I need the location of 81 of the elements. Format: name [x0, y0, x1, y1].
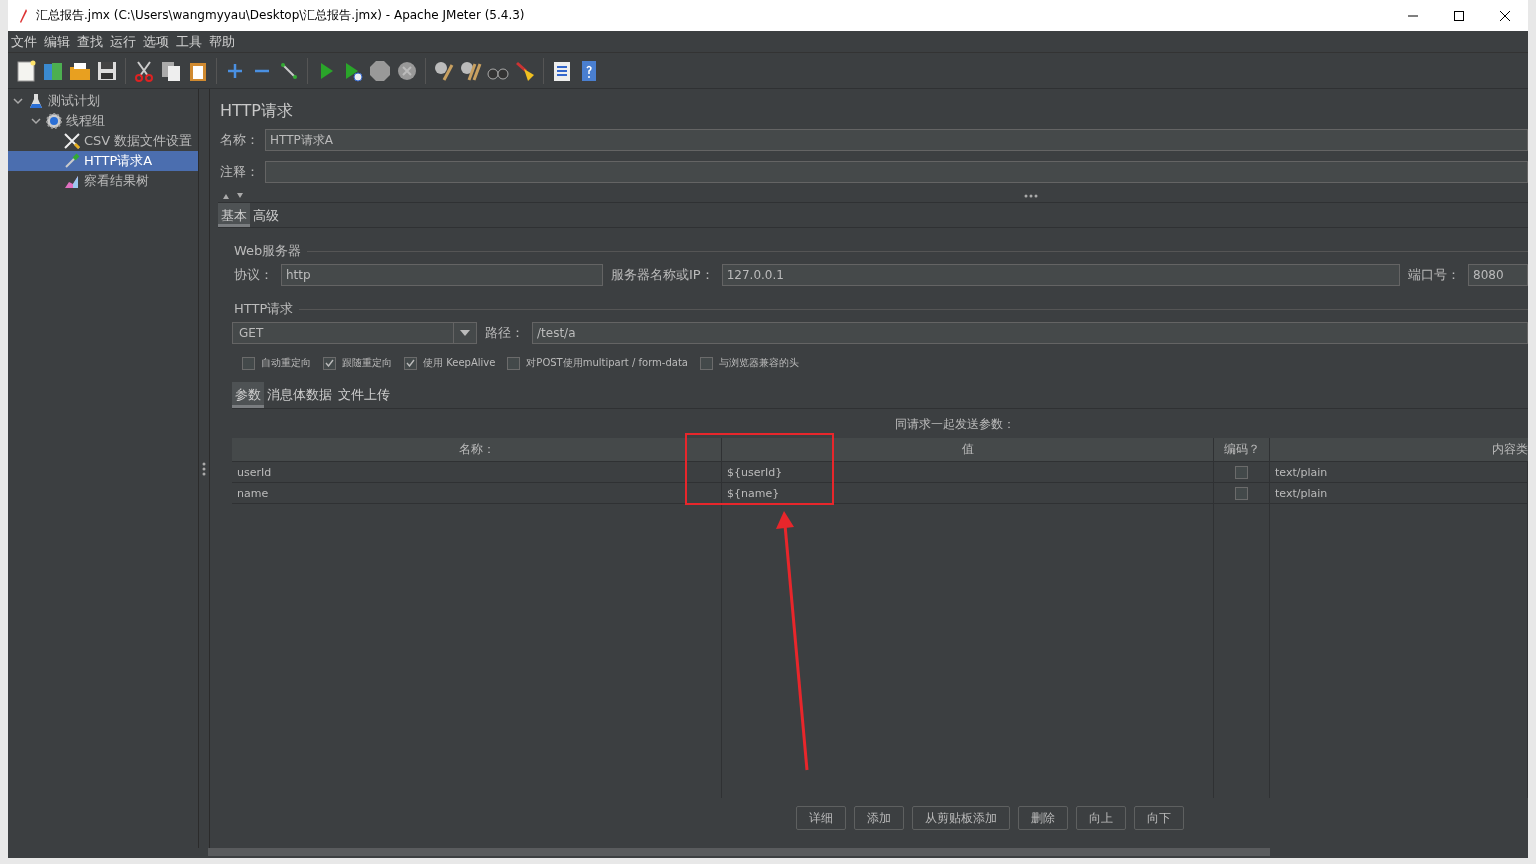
field-label: 注释： [219, 163, 260, 181]
window-title: 汇总报告.jmx (C:\Users\wangmyyau\Desktop\汇总报告.jmx) - Apache JMeter (5.4.3) [36, 7, 525, 24]
drag-handle-icon[interactable] [1024, 194, 1038, 198]
menu-item[interactable]: 查找 [74, 32, 107, 51]
chevron-down-icon[interactable] [30, 115, 42, 127]
tree-item[interactable]: 察看结果树 [8, 171, 198, 191]
field-label: 服务器名称或IP： [610, 266, 715, 284]
column-header: 内容类 [1491, 441, 1528, 458]
checkbox-label: 对POST使用multipart / form-data [526, 356, 688, 370]
checkbox-label: 使用 KeepAlive [423, 356, 496, 370]
tab[interactable]: 高级 [250, 203, 282, 227]
menu-item[interactable]: 编辑 [41, 32, 74, 51]
checkbox[interactable] [1235, 486, 1248, 500]
table-cell: name [232, 483, 722, 503]
section-label: HTTP请求 [233, 300, 295, 318]
pipette-icon [63, 152, 81, 170]
tree-item[interactable]: 测试计划 [8, 91, 198, 111]
stop-icon[interactable] [368, 58, 392, 83]
column-header: 编码？ [1214, 438, 1270, 461]
checkbox-label: 自动重定向 [261, 356, 311, 370]
table-cell: ${name} [722, 483, 1214, 503]
menu-item[interactable]: 工具 [173, 32, 206, 51]
menu-item[interactable]: 选项 [140, 32, 173, 51]
panel-title: HTTP请求 [220, 101, 294, 122]
tab[interactable]: 文件上传 [335, 382, 393, 408]
field-label: 路径： [484, 324, 525, 342]
maximize-icon[interactable] [1453, 9, 1465, 22]
scrollbar-thumb[interactable] [208, 848, 1270, 856]
close-icon[interactable] [1499, 9, 1511, 22]
menu-item[interactable]: 运行 [107, 32, 140, 51]
checkbox[interactable] [507, 356, 521, 370]
field-label: 名称： [219, 131, 260, 149]
button[interactable]: 从剪贴板添加 [912, 806, 1010, 830]
table-cell: text/plain [1270, 462, 1528, 482]
checkbox[interactable] [1235, 465, 1248, 479]
button[interactable]: 添加 [854, 806, 904, 830]
checkmark-icon [325, 359, 334, 367]
name-field[interactable]: HTTP请求A [265, 129, 1528, 151]
checkbox[interactable] [323, 356, 336, 370]
table-cell: ${userId} [722, 462, 1214, 482]
field-label: 协议： [233, 266, 274, 284]
chevron-down-icon[interactable] [12, 95, 24, 107]
section-label: Web服务器 [233, 242, 303, 260]
table-caption: 同请求一起发送参数： [894, 416, 1016, 433]
table-cell: text/plain [1270, 483, 1528, 503]
checkmark-icon [406, 359, 415, 367]
checkbox-label: 跟随重定向 [342, 356, 392, 370]
method-dropdown[interactable]: GET [232, 322, 477, 344]
tab[interactable]: 消息体数据 [264, 382, 335, 408]
button[interactable]: 删除 [1018, 806, 1068, 830]
menu-item[interactable]: 文件 [8, 32, 41, 51]
button[interactable]: 向下 [1134, 806, 1184, 830]
column-header: 名称： [232, 438, 722, 461]
new-file-icon[interactable] [14, 58, 38, 83]
table-cell: userId [232, 462, 722, 482]
tree-item[interactable]: 线程组 [8, 111, 198, 131]
drag-handle-icon[interactable] [202, 461, 206, 476]
checkbox[interactable] [404, 356, 417, 370]
button[interactable]: 向上 [1076, 806, 1126, 830]
tree-item[interactable]: CSV 数据文件设置 [8, 131, 198, 151]
column-header: 值 [722, 438, 1214, 461]
button[interactable]: 详细 [796, 806, 846, 830]
wrench-screwdriver-icon [63, 132, 81, 150]
protocol-field[interactable]: http [281, 264, 603, 286]
port-field[interactable]: 8080 [1468, 264, 1528, 286]
dropdown-arrow-icon[interactable] [460, 330, 470, 336]
menu-item[interactable]: 帮助 [206, 32, 239, 51]
tab[interactable]: 参数 [232, 382, 264, 408]
collapse-arrows-icon[interactable] [222, 192, 244, 200]
feather-icon [18, 7, 28, 24]
checkbox-label: 与浏览器兼容的头 [718, 356, 799, 370]
checkbox[interactable] [242, 356, 255, 370]
field-label: 端口号： [1407, 266, 1461, 284]
server-field[interactable]: 127.0.0.1 [721, 264, 1400, 286]
path-field[interactable]: /test/a [532, 322, 1528, 344]
checkbox[interactable] [699, 356, 713, 370]
flask-icon [27, 92, 45, 110]
tree-item[interactable]: HTTP请求A [8, 151, 198, 171]
tab[interactable]: 基本 [218, 203, 250, 227]
gear-icon [45, 112, 63, 130]
comment-field[interactable] [265, 161, 1528, 183]
